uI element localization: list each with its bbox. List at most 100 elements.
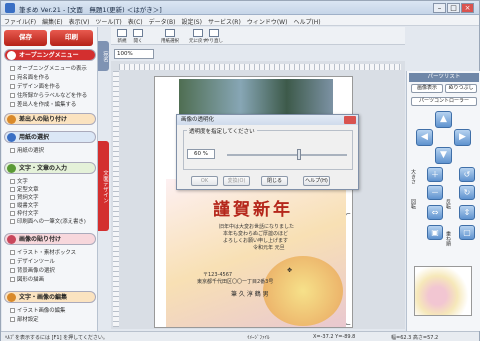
text-item[interactable]: 枠付文字 — [10, 209, 39, 217]
flip-label: 反転 — [445, 199, 451, 209]
image-item[interactable]: イラスト・素材ボックス — [10, 248, 76, 256]
paper-item[interactable]: 用紙の選択 — [10, 146, 44, 154]
image-display-button[interactable]: 画像表示 — [411, 84, 443, 93]
status-bar: ﾍﾙﾌﾟを表示するには [F1] を押してください。 ｲﾒｰｼﾞﾌｧｲﾙ X=-… — [1, 331, 479, 341]
zoom-out-icon[interactable]: － — [427, 185, 443, 200]
resize-handle-icon[interactable]: ⌐ — [346, 211, 351, 218]
slider-thumb[interactable] — [297, 149, 301, 160]
card-title[interactable]: 謹賀新年 — [213, 195, 293, 220]
doc-icon — [10, 211, 15, 216]
sun-illustration[interactable] — [263, 256, 343, 326]
doc-icon — [10, 195, 15, 200]
resize-handle-icon[interactable]: ⌙ — [346, 321, 351, 328]
opening-item[interactable]: オープニングメニューの表示 — [10, 64, 87, 72]
image-item[interactable]: 図形の描画 — [10, 275, 44, 283]
bring-front-icon[interactable]: ▣ — [427, 225, 443, 240]
section-image-paste[interactable]: 画像の貼り付け — [4, 233, 96, 245]
doc-icon — [10, 179, 15, 184]
redo-icon — [209, 29, 219, 37]
text-item[interactable]: 縦書文字 — [10, 201, 39, 209]
toolbar: 新規 開く 用紙選択 元に戻す やり直し — [111, 27, 405, 45]
size-label: 大きさ — [410, 169, 416, 184]
opening-item[interactable]: 宛名面を作る — [10, 73, 49, 81]
maximize-button[interactable]: □ — [447, 3, 460, 13]
edit-icon — [7, 293, 16, 302]
fill-button[interactable]: ぬりつぶし — [445, 84, 477, 93]
vertical-tabs: 文面デザイン 宛名 — [98, 41, 109, 331]
opening-item[interactable]: デザイン面を作る — [10, 82, 60, 90]
tab-address[interactable]: 宛名 — [98, 41, 109, 71]
image-item[interactable]: デザインツール — [10, 257, 55, 265]
redo-button[interactable]: やり直し — [205, 29, 223, 44]
zoom-select[interactable]: 100% — [114, 49, 154, 59]
flip-horizontal-icon[interactable]: ⇔ — [427, 205, 443, 220]
doc-icon — [10, 102, 15, 107]
order-label: 重ね順 — [445, 231, 451, 246]
section-paper-select[interactable]: 用紙の選択 — [4, 131, 96, 143]
parts-controller-button[interactable]: パーツコントローラー — [411, 97, 477, 106]
tab-design[interactable]: 文面デザイン — [98, 141, 109, 231]
title-bar: 筆まめ Ver.21 - [文面 無題1(更新) ＜はがき＞] – □ × — [1, 1, 479, 15]
doc-icon — [10, 203, 15, 208]
edit-item[interactable]: 部材設定 — [10, 315, 39, 323]
left-panel: 保存 印刷 オープニングメニュー オープニングメニューの表示 宛名面を作る デザ… — [2, 27, 98, 331]
minimize-button[interactable]: – — [433, 3, 446, 13]
transparency-spinbox[interactable]: 60 % — [187, 149, 215, 159]
text-item[interactable]: 印刷面への一筆文(添え書き) — [10, 217, 86, 225]
doc-icon — [10, 84, 15, 89]
greeting-line: 旧年中は大変お世話になりました — [219, 224, 295, 230]
arrow-up-icon[interactable]: ▲ — [435, 111, 452, 128]
zoom-in-icon[interactable]: ＋ — [427, 167, 443, 182]
new-button[interactable]: 新規 — [117, 29, 127, 44]
image-item[interactable]: 背景画像の選択 — [10, 266, 55, 274]
rotate-right-icon[interactable]: ↻ — [459, 185, 475, 200]
window-title: 筆まめ Ver.21 - [文面 無題1(更新) ＜はがき＞] — [19, 6, 162, 14]
dialog-group-label: 透明度を指定してください — [187, 127, 257, 135]
doc-icon — [10, 308, 15, 313]
flip-vertical-icon[interactable]: ⇕ — [459, 205, 475, 220]
paper-icon — [7, 133, 16, 142]
help-button[interactable]: ヘルプ(H) — [303, 176, 330, 186]
section-text-image-edit[interactable]: 文字・画像の編集 — [4, 291, 96, 303]
transparency-dialog: 画像の透明化 透明度を指定してください 60 % OK 変換(O) 閉じる ヘル… — [176, 114, 359, 190]
arrow-down-icon[interactable]: ▼ — [435, 147, 452, 164]
doc-icon — [10, 317, 15, 322]
print-button[interactable]: 印刷 — [50, 30, 93, 46]
text-item[interactable]: 文字 — [10, 177, 28, 185]
ok-button[interactable]: OK — [191, 176, 218, 186]
opening-item[interactable]: 住所録からラベルなどを作る — [10, 91, 87, 99]
move-handle-icon[interactable]: ✥ — [287, 267, 292, 274]
doc-icon — [10, 148, 15, 153]
section-opening-menu[interactable]: オープニングメニュー — [4, 49, 96, 61]
rotate-left-icon[interactable]: ↺ — [459, 167, 475, 182]
transparency-slider[interactable] — [227, 154, 347, 156]
paper-select-button[interactable]: 用紙選択 — [161, 29, 179, 44]
arrow-right-icon[interactable]: ▶ — [454, 129, 471, 146]
close-dialog-button[interactable]: 閉じる — [261, 176, 288, 186]
image-icon — [7, 235, 16, 244]
arrow-left-icon[interactable]: ◀ — [416, 129, 433, 146]
dialog-close-button[interactable] — [344, 116, 356, 124]
close-button[interactable]: × — [461, 3, 474, 13]
open-button[interactable]: 開く — [133, 29, 143, 44]
text-item[interactable]: 賀詞文字 — [10, 193, 39, 201]
doc-icon — [10, 219, 15, 224]
dialog-title: 画像の透明化 — [177, 115, 358, 125]
open-icon — [133, 29, 143, 37]
save-button[interactable]: 保存 — [4, 30, 47, 46]
paper-icon — [165, 29, 175, 37]
status-position: X=-37.2 Y=-89.8 — [313, 334, 356, 340]
send-back-icon[interactable]: ▢ — [459, 225, 475, 240]
postcode-text: 〒123-4567 — [203, 272, 233, 278]
convert-button[interactable]: 変換(O) — [223, 176, 250, 186]
greeting-line: 令和元年 元旦 — [253, 245, 285, 251]
text-item[interactable]: 定型文章 — [10, 185, 39, 193]
doc-icon — [10, 75, 15, 80]
vertical-ruler — [113, 71, 119, 327]
section-text-input[interactable]: 文字・文章の入力 — [4, 162, 96, 174]
address-text: 東京都千代田区〇〇一丁目2番3号 — [197, 279, 274, 285]
section-sender-paste[interactable]: 差出人の貼り付け — [4, 113, 96, 125]
doc-icon — [10, 250, 15, 255]
edit-item[interactable]: イラスト画像の編集 — [10, 306, 65, 314]
opening-item[interactable]: 差出人を作成・編集する — [10, 100, 76, 108]
